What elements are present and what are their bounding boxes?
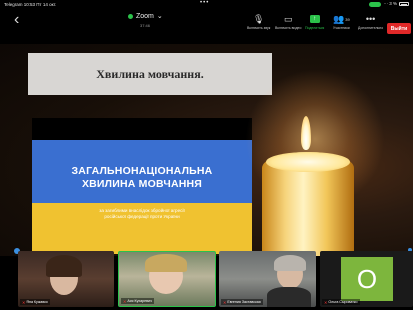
share-button[interactable]: ↑ Поделиться [305,13,324,30]
shared-screen: Хвилина мовчання. ЗАГАЛЬНОНАЦІОНАЛЬНА ХВ… [0,44,413,256]
poster-title: ЗАГАЛЬНОНАЦІОНАЛЬНА ХВИЛИНА МОВЧАННЯ [32,165,252,191]
more-button[interactable]: ••• Дополнительно [358,13,383,30]
participant-name-tag: ✕ Яна Кужавко [20,299,50,305]
participant-hair [145,254,187,272]
video-label: Включить видео [275,26,302,30]
participants-label: Участники [333,26,350,30]
candle-top [266,152,350,172]
leave-button[interactable]: Выйти [387,23,411,34]
participant-shoulders [267,287,311,307]
participant-name: Ольга Сыроватко [328,300,358,304]
meeting-duration: 37:46 [140,23,151,28]
meeting-title[interactable]: Zoom ⌄ [128,12,168,20]
meeting-title-text: Zoom [136,12,154,20]
status-bar-right: ⋯ 3 % [369,1,409,7]
status-bar-left: Telegram 10:53 Пт 14 окт. [4,1,57,7]
participant-tile[interactable]: О ✕ Ольга Сыроватко [320,251,413,307]
participant-strip: ✕ Яна Кужавко ✕ Ася Кухаревич ✕ Евгения … [0,248,413,310]
participants-button[interactable]: 👥 39 Участники [333,13,350,31]
participant-tile[interactable]: ✕ Яна Кужавко [18,251,114,307]
battery-icon [399,2,409,6]
battery-percent: ⋯ 3 % [383,1,397,6]
multitasking-dots[interactable]: ••• [200,0,209,6]
slide-banner: Хвилина мовчання. [28,53,272,95]
slide-banner-text: Хвилина мовчання. [96,66,204,81]
mic-muted-icon: ✕ [123,298,127,304]
mic-muted-icon: ✕ [22,299,26,305]
mute-button[interactable]: 🎙 Включить звук [247,13,271,31]
video-button[interactable]: ▭ Включить видео [275,13,302,31]
status-bar: Telegram 10:53 Пт 14 окт. ••• ⋯ 3 % [0,0,413,8]
flag-poster: ЗАГАЛЬНОНАЦІОНАЛЬНА ХВИЛИНА МОВЧАННЯ за … [32,118,252,254]
participant-name: Ася Кухаревич [127,299,152,303]
participant-name-tag: ✕ Ольга Сыроватко [322,299,360,305]
video-off-icon: ▭ [283,13,293,24]
more-icon: ••• [365,14,376,24]
poster-subtitle-line2: російської федерації проти України [104,214,180,219]
mute-label: Включить звук [247,26,271,30]
participant-tile[interactable]: ✕ Евгения Заставская [219,251,316,307]
poster-title-line2: ХВИЛИНА МОВЧАННЯ [81,178,203,190]
meeting-top-bar: ‹ Zoom ⌄ 37:46 🎙 Включить звук ▭ Включит… [0,8,413,36]
chevron-down-icon: ⌄ [156,13,163,20]
participants-count: 39 [345,16,350,22]
participants-icon: 👥 39 [333,13,350,24]
chevron-left-icon[interactable]: ‹ [14,12,19,28]
share-label: Поделиться [305,26,325,30]
more-label: Дополнительно [358,26,384,30]
participant-hair [46,255,82,277]
participant-avatar: О [341,257,393,301]
participant-name-tag: ✕ Ася Кухаревич [121,298,154,304]
call-indicator-icon [369,1,382,7]
shield-status-icon [128,13,133,19]
avatar-letter: О [356,263,378,294]
participant-name-tag: ✕ Евгения Заставская [221,299,263,305]
mic-muted-icon: ✕ [324,299,328,305]
poster-title-line1: ЗАГАЛЬНОНАЦІОНАЛЬНА [71,165,213,177]
share-icon: ↑ [309,13,320,25]
poster-subtitle: за загиблими внаслідок збройної агресії … [32,208,252,220]
participant-name: Яна Кужавко [26,300,48,304]
poster-top-strip [32,118,252,140]
mic-muted-icon: 🎙 [252,13,265,24]
participant-hair [274,255,306,271]
mic-muted-icon: ✕ [223,299,227,305]
participant-name: Евгения Заставская [227,300,261,304]
participant-tile-active[interactable]: ✕ Ася Кухаревич [118,251,216,307]
